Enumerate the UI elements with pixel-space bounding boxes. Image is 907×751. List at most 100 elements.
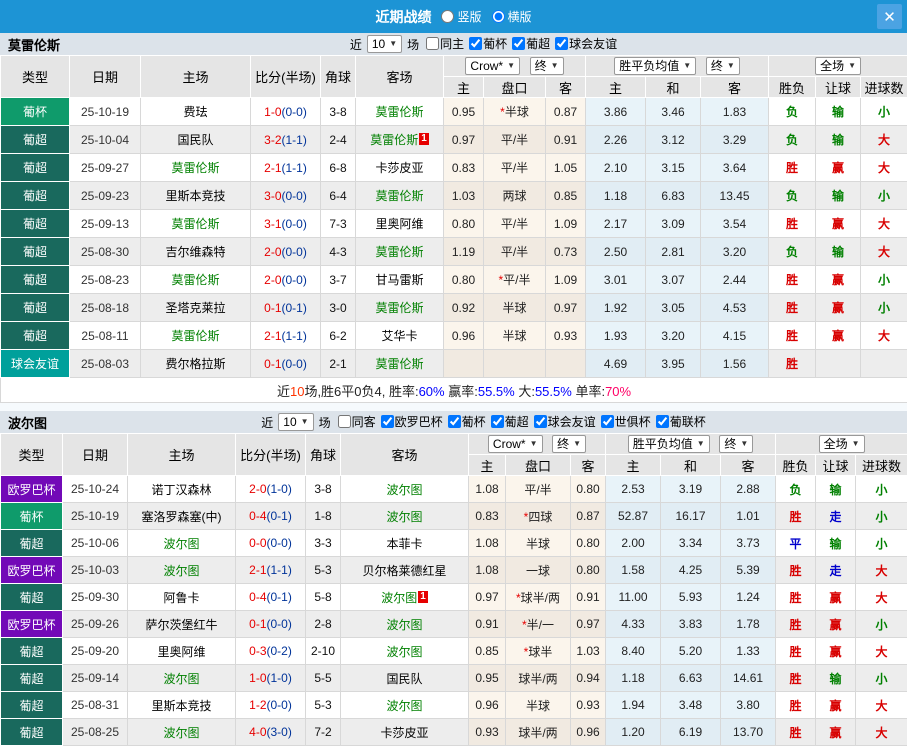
match-type-badge: 葡超 — [0, 293, 70, 322]
average-header-group: 胜平负均值 ▼ 终 ▼ — [585, 55, 770, 77]
match-type-badge: 葡超 — [0, 181, 70, 210]
filter-checkbox-option[interactable]: 葡杯 — [443, 413, 486, 430]
result-wdl: 负 — [775, 475, 817, 503]
summary-segment: 近 — [276, 383, 290, 399]
scope-select[interactable]: 全场 ▼ — [815, 57, 862, 75]
team-1-results-table: 类型 日期 主场 比分(半场) 角球 客场 Crow* ▼ 终 ▼ 胜平负均值 ▼ 终… — [0, 55, 907, 403]
bookmaker-select[interactable]: Crow* ▼ — [487, 435, 543, 453]
filter-checkbox[interactable] — [380, 415, 394, 428]
filter-checkbox-option[interactable]: 欧罗巴杯 — [376, 413, 443, 430]
match-type-badge: 葡超 — [0, 718, 63, 746]
score-cell: 0-1(0-0) — [235, 610, 306, 638]
halftime-score: (0-0) — [281, 272, 307, 287]
match-row: 葡超 25-09-23 里斯本竞技 3-0(0-0) 6-4 莫雷伦斯 1.03… — [0, 181, 907, 210]
odds-home: 0.85 — [468, 637, 506, 665]
section-team-1: 莫雷伦斯 近 10 ▼ 场 同主 葡杯 葡超 球会友谊 类型 日期 主场 比分(… — [0, 33, 907, 403]
avg-draw: 3.15 — [645, 153, 702, 182]
result-wdl: 平 — [775, 529, 817, 557]
match-date: 25-09-30 — [62, 583, 128, 611]
average-odds-select[interactable]: 胜平负均值 ▼ — [614, 57, 697, 75]
filter-checkbox[interactable] — [555, 37, 569, 50]
corner-score: 5-5 — [305, 664, 341, 692]
close-button[interactable]: ✕ — [877, 4, 902, 29]
handicap: *四球 — [505, 502, 571, 530]
result-goals: 大 — [860, 125, 907, 154]
score-cell: 3-2(1-1) — [250, 125, 321, 154]
match-row: 葡超 25-09-14 波尔图 1-0(1-0) 5-5 国民队 0.95 球半… — [0, 664, 907, 692]
avg-draw: 2.81 — [645, 237, 702, 266]
filter-checkbox-option[interactable]: 世俱杯 — [596, 413, 651, 430]
halftime-score: (0-0) — [281, 188, 307, 203]
odds-home: 0.83 — [468, 502, 506, 530]
filter-checkbox[interactable] — [337, 415, 351, 428]
filter-checkbox[interactable] — [469, 37, 483, 50]
layout-option-horizontal[interactable]: 横版 — [491, 8, 532, 25]
home-team: 里斯本竞技 — [127, 691, 236, 719]
team-1-name: 莫雷伦斯 — [8, 37, 61, 53]
filter-checkbox-option[interactable]: 葡联杯 — [651, 413, 706, 430]
fulltime-score: 0-1 — [264, 300, 282, 315]
filter-checkbox[interactable] — [490, 415, 504, 428]
match-count-select[interactable]: 10 ▼ — [366, 35, 403, 53]
team-2-results-table: 类型 日期 主场 比分(半场) 角球 客场 Crow* ▼ 终 ▼ 胜平负均值 ▼ 终… — [0, 433, 907, 746]
average-odds-select[interactable]: 胜平负均值 ▼ — [627, 435, 710, 453]
final-odds-select[interactable]: 终 ▼ — [552, 435, 587, 453]
col-avg-away: 客 — [700, 76, 770, 98]
filter-checkbox-option[interactable]: 葡超 — [507, 35, 550, 52]
col-type: 类型 — [0, 55, 70, 98]
filter-checkbox[interactable] — [600, 415, 614, 428]
bookmaker-select[interactable]: Crow* ▼ — [465, 57, 521, 75]
col-corner: 角球 — [305, 433, 341, 476]
final-average-select[interactable]: 终 ▼ — [705, 57, 740, 75]
filter-checkbox-option[interactable]: 球会友谊 — [529, 413, 596, 430]
filter-checkbox[interactable] — [426, 37, 440, 50]
final-odds-select[interactable]: 终 ▼ — [529, 57, 564, 75]
score-cell: 0-4(0-1) — [235, 502, 306, 530]
vertical-layout-radio[interactable] — [441, 10, 455, 23]
match-date: 25-09-23 — [69, 181, 141, 210]
filter-checkbox[interactable] — [533, 415, 547, 428]
home-team: 里斯本竞技 — [140, 181, 251, 210]
avg-home: 1.18 — [605, 664, 662, 692]
filter-checkbox-option[interactable]: 葡超 — [486, 413, 529, 430]
match-count-select[interactable]: 10 ▼ — [278, 413, 314, 431]
final-average-select[interactable]: 终 ▼ — [719, 435, 754, 453]
avg-home: 2.53 — [605, 475, 662, 503]
result-handicap: 赢 — [815, 691, 857, 719]
odds-away: 0.87 — [544, 97, 587, 126]
halftime-score: (1-1) — [281, 160, 307, 175]
fulltime-score: 3-0 — [264, 188, 282, 203]
filter-checkbox[interactable] — [655, 415, 669, 428]
horizontal-layout-radio[interactable] — [491, 10, 505, 23]
score-cell: 1-0(0-0) — [250, 97, 321, 126]
avg-home: 2.10 — [585, 153, 647, 182]
filter-checkbox-option[interactable]: 葡杯 — [464, 35, 507, 52]
fulltime-score: 0-1 — [264, 356, 282, 371]
filter-checkbox-option[interactable]: 同客 — [333, 413, 376, 430]
corner-score: 2-4 — [320, 125, 356, 154]
chevron-down-icon: ▼ — [529, 439, 538, 448]
result-handicap: 赢 — [815, 293, 862, 322]
summary-segment: 55.5% — [534, 383, 572, 399]
home-team: 诺丁汉森林 — [127, 475, 236, 503]
match-row: 葡超 25-10-04 国民队 3-2(1-1) 2-4 莫雷伦斯 1 0.97 … — [0, 125, 907, 154]
col-odds-home: 主 — [468, 454, 506, 476]
filter-label: 葡杯 — [461, 415, 486, 429]
filter-checkbox[interactable] — [512, 37, 526, 50]
match-row: 欧罗巴杯 25-09-26 萨尔茨堡红牛 0-1(0-0) 2-8 波尔图 0.… — [0, 610, 907, 638]
away-team: 莫雷伦斯 — [355, 237, 444, 266]
result-goals: 大 — [855, 691, 907, 719]
home-team: 莫雷伦斯 — [140, 153, 251, 182]
filter-checkbox-option[interactable]: 同主 — [421, 35, 464, 52]
result-handicap: 输 — [815, 125, 862, 154]
halftime-score: (1-0) — [266, 482, 292, 496]
card-badge: 1 — [419, 133, 429, 145]
odds-away: 0.94 — [569, 664, 607, 692]
layout-option-vertical[interactable]: 竖版 — [441, 8, 482, 25]
avg-away: 1.83 — [700, 97, 770, 126]
score-cell: 4-0(3-0) — [235, 718, 306, 746]
filter-checkbox-option[interactable]: 球会友谊 — [550, 35, 617, 52]
result-goals: 大 — [855, 718, 907, 746]
scope-select[interactable]: 全场 ▼ — [818, 435, 865, 453]
filter-checkbox[interactable] — [447, 415, 461, 428]
